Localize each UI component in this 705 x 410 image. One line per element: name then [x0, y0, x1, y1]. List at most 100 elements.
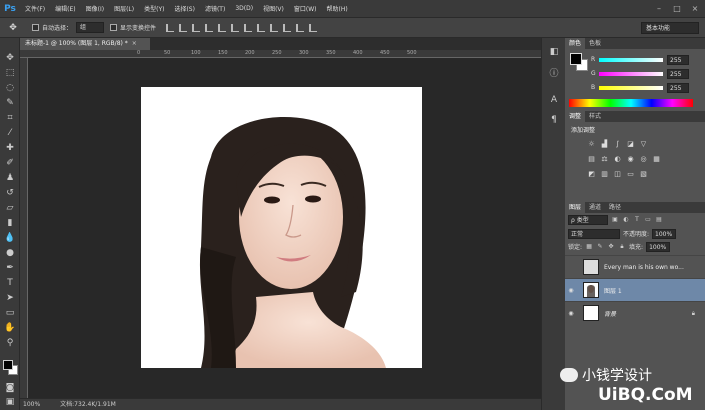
- gradient-icon[interactable]: ▮: [2, 217, 18, 230]
- tab-layers[interactable]: 图层: [565, 202, 586, 213]
- filter-type-icon[interactable]: T: [633, 216, 641, 224]
- paragraph-icon[interactable]: ¶: [548, 114, 560, 126]
- align-bottom-icon[interactable]: [192, 23, 201, 32]
- tab-swatches[interactable]: 色板: [585, 38, 605, 49]
- menu-3d[interactable]: 3D(D): [230, 5, 258, 12]
- filter-adjustment-icon[interactable]: ◐: [622, 216, 630, 224]
- foreground-color-swatch[interactable]: [3, 360, 13, 370]
- pen-icon[interactable]: ✒: [2, 262, 18, 275]
- threshold-icon[interactable]: ◫: [613, 170, 622, 179]
- tab-adjustments[interactable]: 调整: [565, 111, 586, 122]
- tab-color[interactable]: 颜色: [565, 38, 586, 49]
- quick-select-icon[interactable]: ✎: [2, 97, 18, 110]
- hue-saturation-icon[interactable]: ▤: [587, 155, 596, 164]
- document-canvas[interactable]: [141, 87, 422, 368]
- distribute-bottom-icon[interactable]: [270, 23, 279, 32]
- type-icon[interactable]: T: [2, 277, 18, 290]
- tab-channels[interactable]: 通道: [585, 202, 605, 213]
- screen-mode-icon[interactable]: ▣: [2, 396, 18, 409]
- exposure-icon[interactable]: ◪: [626, 140, 635, 149]
- lasso-icon[interactable]: ◌: [2, 82, 18, 95]
- eraser-icon[interactable]: ▱: [2, 202, 18, 215]
- auto-select-dropdown[interactable]: 组: [76, 22, 105, 33]
- green-slider[interactable]: G 255: [591, 69, 701, 81]
- menu-type[interactable]: 类型(Y): [139, 4, 169, 13]
- align-top-icon[interactable]: [166, 23, 175, 32]
- filter-shape-icon[interactable]: ▭: [644, 216, 652, 224]
- menu-image[interactable]: 图像(I): [81, 4, 109, 13]
- opacity-input[interactable]: 100%: [652, 228, 677, 239]
- channel-mixer-icon[interactable]: ◎: [639, 155, 648, 164]
- zoom-level[interactable]: 100%: [23, 399, 40, 410]
- menu-select[interactable]: 选择(S): [169, 4, 200, 13]
- crop-icon[interactable]: ⌗: [2, 112, 18, 125]
- fill-input[interactable]: 100%: [646, 241, 671, 252]
- curves-icon[interactable]: ∫: [613, 140, 622, 149]
- layer-row[interactable]: ◉ 背景 🔒︎: [565, 301, 705, 324]
- healing-brush-icon[interactable]: ✚: [2, 142, 18, 155]
- blur-icon[interactable]: 💧: [2, 232, 18, 245]
- quick-mask-icon[interactable]: ◙: [2, 382, 18, 395]
- auto-select-checkbox[interactable]: [32, 24, 39, 31]
- menu-view[interactable]: 视图(V): [258, 4, 289, 13]
- blue-track[interactable]: [599, 86, 663, 90]
- tab-styles[interactable]: 样式: [585, 111, 605, 122]
- distribute-hcenter-icon[interactable]: [296, 23, 305, 32]
- layer-row[interactable]: Every man is his own wo...: [565, 255, 705, 278]
- path-select-icon[interactable]: ➤: [2, 292, 18, 305]
- selective-color-icon[interactable]: ▧: [639, 170, 648, 179]
- menu-window[interactable]: 窗口(W): [289, 4, 322, 13]
- history-brush-icon[interactable]: ↺: [2, 187, 18, 200]
- info-icon[interactable]: ⓘ: [548, 68, 560, 80]
- align-right-icon[interactable]: [231, 23, 240, 32]
- zoom-icon[interactable]: ⚲: [2, 337, 18, 350]
- photo-filter-icon[interactable]: ◉: [626, 155, 635, 164]
- red-value[interactable]: 255: [667, 55, 689, 65]
- maximize-icon[interactable]: □: [671, 3, 683, 14]
- eye-icon[interactable]: ◉: [565, 287, 577, 294]
- menu-filter[interactable]: 滤镜(T): [200, 4, 230, 13]
- menu-edit[interactable]: 编辑(E): [50, 4, 80, 13]
- eye-icon[interactable]: ◉: [565, 310, 577, 317]
- workspace-dropdown[interactable]: 基本功能: [641, 22, 699, 34]
- clone-stamp-icon[interactable]: ♟: [2, 172, 18, 185]
- history-icon[interactable]: ◧: [548, 46, 560, 58]
- distribute-vcenter-icon[interactable]: [257, 23, 266, 32]
- foreground-color-box[interactable]: [570, 53, 582, 65]
- align-vcenter-icon[interactable]: [179, 23, 188, 32]
- canvas-area[interactable]: [28, 58, 541, 398]
- distribute-right-icon[interactable]: [309, 23, 318, 32]
- lock-position-icon[interactable]: ✥: [607, 243, 615, 251]
- layer-filter-kind[interactable]: ρ 类型: [568, 215, 608, 225]
- brightness-icon[interactable]: ☼: [587, 140, 596, 149]
- blend-mode-dropdown[interactable]: 正常: [568, 228, 620, 239]
- blue-value[interactable]: 255: [667, 83, 689, 93]
- gradient-map-icon[interactable]: ▭: [626, 170, 635, 179]
- character-icon[interactable]: A: [548, 94, 560, 106]
- layer-row-selected[interactable]: ◉ 图层 1: [565, 278, 705, 301]
- black-white-icon[interactable]: ◐: [613, 155, 622, 164]
- green-track[interactable]: [599, 72, 663, 76]
- close-icon[interactable]: ×: [689, 3, 701, 14]
- color-lookup-icon[interactable]: ▦: [652, 155, 661, 164]
- levels-icon[interactable]: ▟: [600, 140, 609, 149]
- marquee-icon[interactable]: ⬚: [2, 67, 18, 80]
- eyedropper-icon[interactable]: ⁄: [2, 127, 18, 140]
- align-hcenter-icon[interactable]: [218, 23, 227, 32]
- align-left-icon[interactable]: [205, 23, 214, 32]
- lock-pixels-icon[interactable]: ✎: [596, 243, 604, 251]
- red-slider[interactable]: R 255: [591, 55, 701, 67]
- move-icon[interactable]: ✥: [2, 52, 18, 65]
- posterize-icon[interactable]: ▥: [600, 170, 609, 179]
- close-tab-icon[interactable]: ×: [132, 40, 137, 47]
- blue-slider[interactable]: B 255: [591, 83, 701, 95]
- vibrance-icon[interactable]: ▽: [639, 140, 648, 149]
- red-track[interactable]: [599, 58, 663, 62]
- menu-file[interactable]: 文件(F): [20, 4, 50, 13]
- invert-icon[interactable]: ◩: [587, 170, 596, 179]
- lock-transparent-icon[interactable]: ▦: [585, 243, 593, 251]
- menu-layer[interactable]: 图层(L): [109, 4, 139, 13]
- distribute-left-icon[interactable]: [283, 23, 292, 32]
- brush-icon[interactable]: ✐: [2, 157, 18, 170]
- lock-all-icon[interactable]: 🔒︎: [618, 243, 626, 251]
